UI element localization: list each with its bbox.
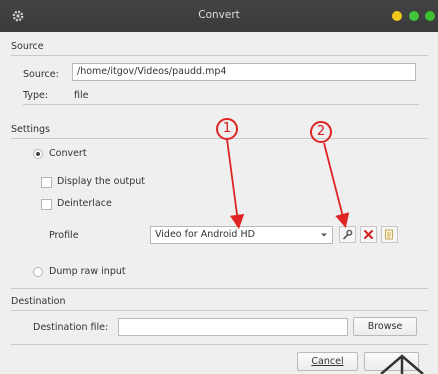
deinterlace-label: Deinterlace	[57, 198, 112, 209]
divider	[11, 55, 428, 56]
type-label: Type:	[23, 90, 49, 101]
profile-select[interactable]: Video for Android HD	[150, 226, 333, 244]
edit-profile-button[interactable]	[339, 226, 356, 243]
deinterlace-checkbox[interactable]	[41, 199, 52, 210]
destination-section-label: Destination	[11, 296, 66, 307]
delete-x-icon	[364, 230, 373, 239]
destination-file-label: Destination file:	[33, 322, 109, 333]
delete-profile-button[interactable]	[360, 226, 377, 243]
dump-raw-label: Dump raw input	[49, 266, 126, 277]
new-profile-button[interactable]	[381, 226, 398, 243]
maximize-button[interactable]	[409, 11, 419, 21]
start-button[interactable]	[364, 352, 419, 371]
dump-raw-radio[interactable]	[33, 267, 43, 277]
browse-button[interactable]: Browse	[353, 317, 417, 336]
destination-file-input[interactable]	[118, 318, 348, 336]
divider	[11, 344, 428, 345]
cancel-button[interactable]: Cancel	[297, 352, 358, 371]
profile-value: Video for Android HD	[155, 229, 255, 240]
new-profile-icon	[385, 229, 393, 240]
annotation-callout-1: 1	[216, 118, 238, 140]
close-button[interactable]	[425, 11, 435, 21]
profile-label: Profile	[49, 230, 79, 241]
divider	[23, 104, 419, 105]
chevron-down-icon	[321, 233, 327, 237]
annotation-arrow-1	[226, 138, 245, 230]
window-title: Convert	[198, 9, 240, 21]
cancel-label: Cancel	[311, 356, 344, 367]
title-bar[interactable]: Convert	[0, 0, 438, 32]
convert-label: Convert	[49, 148, 87, 159]
type-value: file	[74, 90, 89, 101]
divider	[11, 310, 428, 311]
minimize-button[interactable]	[392, 11, 402, 21]
convert-radio[interactable]	[33, 149, 43, 159]
annotation-callout-2: 2	[310, 121, 332, 143]
wrench-icon	[343, 229, 353, 240]
annotation-arrow-2	[323, 142, 350, 228]
divider	[11, 288, 428, 289]
settings-section-label: Settings	[11, 124, 50, 135]
divider	[11, 138, 428, 139]
source-field-label: Source:	[23, 69, 59, 80]
display-output-checkbox[interactable]	[41, 177, 52, 188]
source-path-input[interactable]: /home/itgov/Videos/paudd.mp4	[72, 63, 416, 81]
display-output-label: Display the output	[57, 176, 145, 187]
convert-dialog: Convert Source Source: /home/itgov/Video…	[0, 0, 438, 374]
source-section-label: Source	[11, 41, 44, 52]
